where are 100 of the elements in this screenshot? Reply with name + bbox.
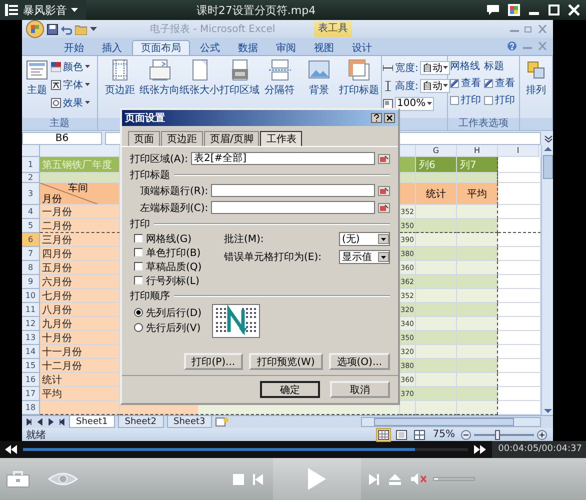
last-sheet-icon[interactable] — [58, 418, 66, 426]
row-header[interactable]: 9 — [22, 275, 40, 289]
ribbon-tab[interactable]: 数据 — [230, 40, 266, 55]
checkbox[interactable] — [134, 234, 143, 243]
checkbox[interactable] — [450, 96, 459, 104]
expand-icon[interactable] — [544, 134, 553, 142]
range-picker-icon[interactable] — [378, 154, 390, 164]
row-header[interactable]: 12 — [22, 317, 40, 331]
row-header[interactable]: 6 — [22, 233, 40, 247]
dialog-button[interactable]: 打印预览(W) — [249, 353, 323, 370]
themes-button[interactable]: 主题 — [24, 59, 50, 97]
zoom-in-icon[interactable] — [537, 430, 547, 440]
page-setup-button[interactable]: 纸张大小 — [180, 59, 220, 97]
save-icon[interactable] — [47, 24, 58, 34]
ok-button[interactable]: 确定 — [260, 381, 320, 398]
page-setup-button[interactable]: 页边距 — [100, 59, 140, 97]
zoom-level[interactable]: 75% — [432, 429, 455, 440]
page-setup-button[interactable]: 分隔符 — [260, 59, 300, 97]
name-box[interactable]: B6 — [22, 132, 102, 144]
page-setup-button[interactable]: 打印区域 — [220, 59, 260, 97]
ribbon-tab[interactable]: 开始 — [56, 40, 92, 55]
dialog-button[interactable]: 选项(O)... — [328, 353, 390, 370]
row-header[interactable]: 11 — [22, 303, 40, 317]
page-setup-button[interactable]: 打印标题 — [339, 59, 380, 97]
view-button[interactable] — [412, 428, 427, 442]
maximize-icon[interactable] — [548, 4, 560, 16]
muted-speaker-icon[interactable] — [411, 473, 427, 485]
fast-forward-icon[interactable] — [474, 445, 486, 454]
ribbon-tab[interactable]: 页面布局 — [132, 40, 190, 55]
dropdown[interactable]: 显示值 — [339, 250, 390, 264]
view-button[interactable] — [376, 428, 391, 442]
range-picker-icon[interactable] — [378, 186, 390, 196]
range-field[interactable] — [211, 201, 375, 214]
sheet-tab[interactable]: Sheet1 — [69, 416, 115, 428]
dialog-button[interactable]: 打印(P)... — [184, 353, 244, 370]
row-header[interactable]: 4 — [22, 205, 40, 219]
range-picker-icon[interactable] — [378, 202, 390, 212]
previous-sheet-icon[interactable] — [36, 418, 44, 426]
row-header[interactable]: 18 — [22, 401, 40, 415]
cancel-button[interactable]: 取消 — [330, 381, 390, 398]
ribbon-tab[interactable]: 公式 — [192, 40, 228, 55]
undo-icon[interactable] — [61, 24, 72, 34]
row-header[interactable]: 13 — [22, 331, 40, 345]
checkbox[interactable] — [484, 96, 493, 104]
sheet-tab[interactable]: Sheet3 — [166, 416, 212, 428]
toolbox-icon[interactable] — [6, 470, 30, 488]
first-sheet-icon[interactable] — [25, 418, 33, 426]
ribbon-tab[interactable]: 插入 — [94, 40, 130, 55]
ribbon-tab[interactable]: 审阅 — [268, 40, 304, 55]
dialog-tab[interactable]: 页边距 — [161, 131, 203, 146]
checkbox[interactable] — [134, 248, 143, 257]
range-field[interactable] — [211, 184, 375, 197]
rewind-icon[interactable] — [5, 445, 17, 454]
theme-option-button[interactable]: 效果 — [51, 95, 90, 110]
arrange-button[interactable]: 排列 — [522, 59, 550, 97]
radio-button[interactable] — [134, 308, 143, 317]
chat-icon[interactable] — [486, 4, 500, 16]
ribbon-tab[interactable]: 视图 — [306, 40, 342, 55]
column-header[interactable]: I — [498, 145, 539, 157]
page-setup-button[interactable]: 背景 — [299, 59, 340, 97]
checkbox[interactable] — [484, 78, 493, 88]
row-header[interactable]: 8 — [22, 261, 40, 275]
scale-dropdown[interactable]: 100% — [395, 96, 434, 110]
dialog-tab[interactable]: 页眉/页脚 — [204, 131, 260, 146]
radio-button[interactable] — [134, 323, 143, 332]
dropdown[interactable]: (无) — [339, 232, 390, 246]
row-header[interactable]: 1 — [22, 157, 40, 173]
dialog-tab[interactable]: 工作表 — [260, 131, 302, 146]
player-menu-button[interactable]: 暴风影音 — [0, 0, 86, 20]
row-header[interactable]: 3 — [22, 183, 40, 205]
row-header[interactable]: 5 — [22, 219, 40, 233]
scale-dropdown[interactable]: 自动 — [420, 60, 450, 74]
page-setup-button[interactable]: 纸张方向 — [140, 59, 180, 97]
checkbox[interactable] — [450, 78, 459, 88]
zoom-slider-thumb[interactable] — [494, 430, 500, 440]
row-header[interactable]: 17 — [22, 387, 40, 401]
close-icon[interactable] — [384, 113, 395, 123]
palette-icon[interactable] — [508, 4, 520, 16]
row-header[interactable]: 2 — [22, 173, 40, 183]
print-area-field[interactable]: 表2[#全部] — [191, 152, 375, 165]
caret-icon[interactable] — [90, 27, 97, 31]
ribbon-tab[interactable]: 设计 — [344, 40, 380, 55]
row-header[interactable]: 10 — [22, 289, 40, 303]
scrollbar-thumb[interactable] — [374, 418, 514, 426]
row-header[interactable]: 15 — [22, 359, 40, 373]
zoom-out-icon[interactable] — [461, 430, 471, 440]
row-header[interactable]: 7 — [22, 247, 40, 261]
theme-option-button[interactable]: 颜色 — [51, 59, 90, 74]
dialog-tab[interactable]: 页面 — [128, 131, 160, 146]
sheet-tab[interactable]: Sheet2 — [118, 416, 164, 428]
help-icon[interactable] — [371, 113, 382, 123]
checkbox[interactable] — [134, 262, 143, 271]
scrollbar-thumb[interactable] — [542, 155, 552, 179]
row-header[interactable]: 16 — [22, 373, 40, 387]
next-sheet-icon[interactable] — [47, 418, 55, 426]
row-header[interactable]: 14 — [22, 345, 40, 359]
theme-option-button[interactable]: 字体 — [51, 77, 90, 92]
checkbox[interactable] — [134, 276, 143, 285]
view-button[interactable] — [394, 428, 409, 442]
scale-dropdown[interactable]: 自动 — [420, 78, 450, 92]
